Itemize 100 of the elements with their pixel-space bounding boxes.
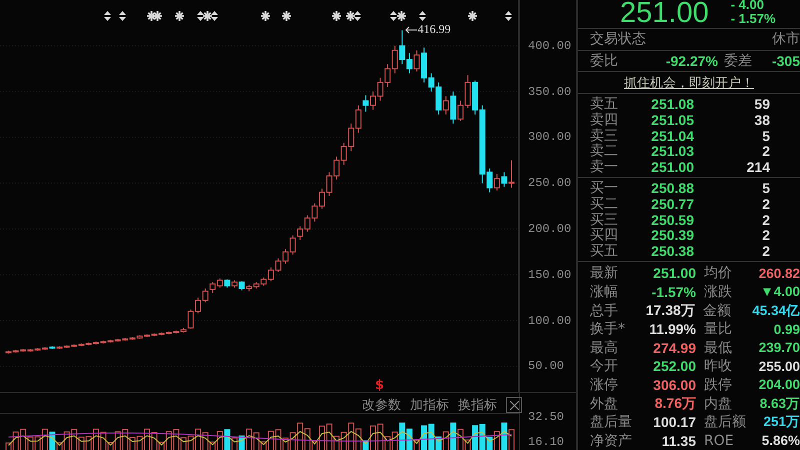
double-arrow-icon — [196, 11, 205, 21]
stat-label: 外盘 — [590, 394, 619, 412]
axis-label: 50.00 — [528, 359, 564, 374]
order-level-label: 买三 — [590, 210, 619, 228]
order-level-label: 卖二 — [590, 142, 619, 160]
asterisk-icon — [147, 11, 156, 21]
ratio-label: 委比 — [590, 52, 618, 70]
axis-label: 250.00 — [528, 176, 572, 190]
double-arrow-icon — [504, 11, 513, 21]
percent-change: - 1.57% — [730, 12, 776, 26]
stat-value: 8.76万 — [654, 394, 696, 412]
order-level-label: 买四 — [590, 226, 619, 244]
order-volume: 2 — [761, 143, 770, 160]
stat-value: 274.99 — [652, 340, 696, 356]
stat-value: 251.00 — [652, 265, 696, 282]
candlestick — [501, 172, 508, 188]
candlestick — [238, 280, 245, 291]
axis-label: 100.00 — [528, 314, 572, 328]
stat-value: 260.82 — [758, 266, 800, 281]
stat-label: 跌停 — [704, 376, 733, 394]
asterisk-icon — [153, 11, 162, 21]
toolbar-button[interactable]: 改参数 — [362, 396, 401, 414]
order-price: 251.04 — [650, 128, 694, 144]
order-price: 251.00 — [650, 159, 694, 176]
order-volume: 59 — [753, 96, 770, 112]
axis-label: 200.00 — [528, 222, 572, 236]
candlestick — [450, 91, 456, 124]
order-volume: 38 — [753, 112, 770, 128]
order-price: 250.38 — [650, 243, 694, 260]
asterisk-icon — [332, 11, 341, 21]
stat-value: 204.00 — [758, 377, 800, 392]
order-level-label: 卖四 — [590, 110, 619, 128]
order-volume: 2 — [761, 212, 770, 228]
order-volume: 5 — [761, 180, 770, 196]
candlestick — [508, 160, 514, 188]
candlestick — [494, 174, 500, 192]
axis-label: 350.00 — [528, 84, 572, 99]
axis-label: 32.50 — [528, 410, 564, 424]
stat-label: 内盘 — [704, 394, 733, 412]
order-level-label: 买五 — [590, 242, 619, 260]
diff-value: -305 — [772, 53, 800, 70]
stat-label: 总手 — [590, 302, 619, 320]
stat-value: 11.99% — [648, 321, 696, 338]
stat-value: 251万 — [762, 413, 800, 432]
promo-link[interactable]: 抓住机会，即刻开户！ — [624, 74, 754, 92]
order-level-label: 卖一 — [590, 158, 619, 176]
last-price: 251.00 — [620, 0, 709, 26]
stat-value: 45.34亿 — [752, 302, 800, 320]
double-arrow-icon — [118, 11, 127, 21]
stat-label: 涨停 — [590, 376, 619, 394]
price-change: - 4.00 — [730, 0, 765, 12]
stat-value: 0.99 — [772, 322, 800, 337]
toolbar-button[interactable]: 加指标 — [410, 396, 449, 414]
double-arrow-icon — [210, 11, 219, 21]
stat-label: 盘后量 — [590, 413, 633, 432]
close-icon — [510, 400, 518, 410]
asterisk-icon — [468, 11, 477, 21]
stat-value: 5.86% — [760, 433, 800, 448]
peak-price-label: 416.99 — [418, 22, 451, 38]
stat-label: 昨收 — [704, 357, 733, 376]
asterisk-icon — [261, 11, 270, 21]
order-volume: 214 — [746, 159, 770, 176]
order-price: 251.08 — [650, 96, 694, 112]
order-level-label: 买一 — [590, 178, 619, 197]
status-value: 休市 — [772, 30, 800, 48]
order-price: 250.77 — [650, 196, 694, 212]
double-arrow-icon — [389, 11, 398, 21]
stat-label: 今开 — [590, 357, 619, 376]
stat-label: 最低 — [704, 338, 733, 357]
order-level-label: 买二 — [590, 194, 619, 213]
double-arrow-icon — [103, 11, 112, 21]
candlestick — [362, 94, 369, 112]
stat-label: 最高 — [590, 338, 619, 357]
ratio-value: -92.27% — [664, 53, 718, 70]
candlestick — [442, 96, 449, 115]
double-arrow-icon — [418, 11, 427, 21]
stat-value: 100.17 — [652, 414, 696, 430]
order-price: 251.05 — [650, 112, 694, 128]
asterisk-icon — [175, 11, 184, 21]
stat-label: 涨幅 — [590, 282, 619, 301]
stat-label: 量比 — [704, 320, 733, 338]
stat-label: 盘后额 — [704, 413, 747, 432]
stat-value: 306.00 — [652, 376, 696, 393]
order-level-label: 卖五 — [590, 94, 619, 112]
order-volume: 2 — [761, 227, 770, 244]
stat-value: 255.00 — [758, 358, 800, 374]
asterisk-icon — [203, 11, 212, 21]
stat-value: ▼4.00 — [759, 284, 800, 300]
close-button[interactable] — [506, 397, 522, 413]
order-volume: 5 — [761, 128, 770, 144]
stat-value: 17.38万 — [644, 302, 695, 320]
stat-label: 换手* — [590, 320, 626, 338]
order-volume: 2 — [761, 196, 770, 212]
asterisk-icon — [346, 11, 355, 21]
stat-label: 涨跌 — [704, 282, 733, 301]
dividend-mark: $ — [375, 378, 384, 393]
toolbar-button[interactable]: 换指标 — [458, 396, 497, 414]
stat-label: 净资产 — [590, 432, 633, 450]
order-price: 250.88 — [650, 180, 694, 196]
asterisk-icon — [282, 11, 291, 21]
